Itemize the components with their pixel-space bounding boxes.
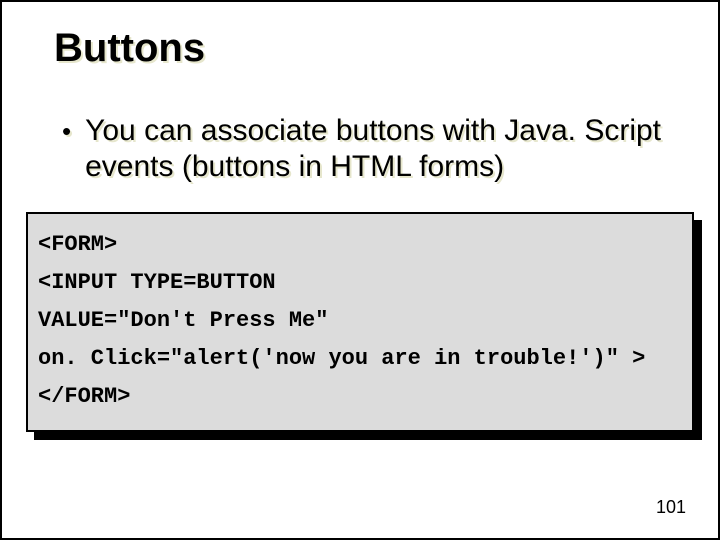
- slide-title: Buttons: [54, 26, 690, 71]
- code-line: </FORM>: [38, 378, 682, 416]
- bullet-text: You can associate buttons with Java. Scr…: [85, 113, 680, 185]
- code-line: on. Click="alert('now you are in trouble…: [38, 340, 682, 378]
- slide: Buttons • You can associate buttons with…: [0, 0, 720, 540]
- code-box: <FORM> <INPUT TYPE=BUTTON VALUE="Don't P…: [26, 212, 694, 432]
- page-number: 101: [656, 497, 686, 518]
- code-line: VALUE="Don't Press Me": [38, 302, 682, 340]
- code-block: <FORM> <INPUT TYPE=BUTTON VALUE="Don't P…: [26, 212, 694, 432]
- bullet-dot-icon: •: [62, 113, 71, 149]
- bullet-block: • You can associate buttons with Java. S…: [62, 113, 680, 185]
- code-line: <INPUT TYPE=BUTTON: [38, 264, 682, 302]
- code-line: <FORM>: [38, 226, 682, 264]
- bullet-item: • You can associate buttons with Java. S…: [62, 113, 680, 185]
